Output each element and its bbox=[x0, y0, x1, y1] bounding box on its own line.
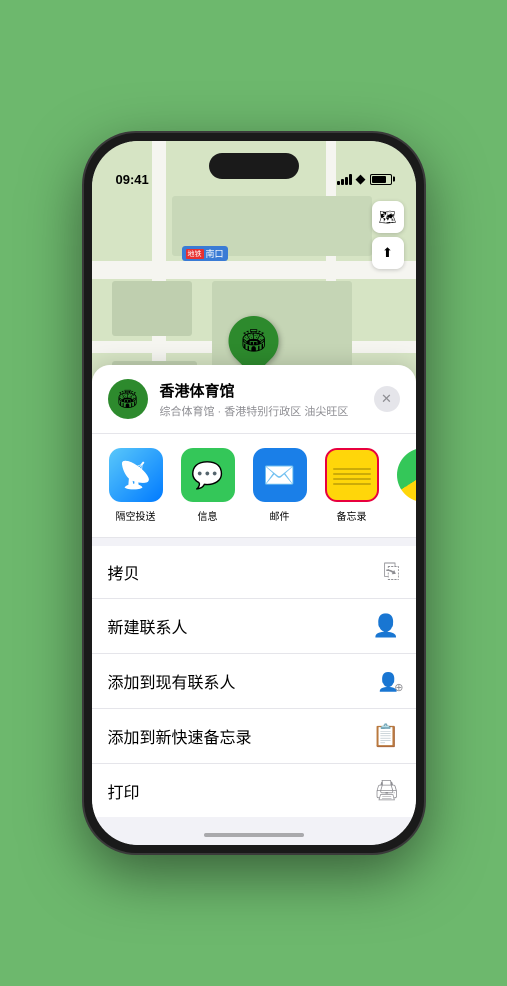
phone-frame: 09:41 ◆ bbox=[84, 133, 424, 853]
add-existing-label: 添加到现有联系人 bbox=[108, 669, 236, 693]
notes-icon bbox=[325, 448, 379, 502]
action-copy[interactable]: 拷贝 ⎘ bbox=[92, 546, 416, 599]
status-time: 09:41 bbox=[116, 172, 149, 187]
share-mail[interactable]: ✉️ 邮件 bbox=[244, 448, 316, 523]
airdrop-icon: 📡 bbox=[109, 448, 163, 502]
new-contact-label: 新建联系人 bbox=[108, 614, 188, 638]
wifi-icon: ◆ bbox=[356, 171, 366, 187]
add-notes-label: 添加到新快速备忘录 bbox=[108, 724, 252, 748]
map-controls: 🗺 ⬆ bbox=[372, 201, 404, 273]
action-print[interactable]: 打印 🖨 bbox=[92, 764, 416, 817]
place-desc: 综合体育馆 · 香港特别行政区 油尖旺区 bbox=[160, 403, 362, 419]
close-button[interactable]: ✕ bbox=[374, 386, 400, 412]
subway-label: 地铁 南口 bbox=[182, 246, 228, 261]
home-indicator bbox=[204, 833, 304, 837]
action-new-contact[interactable]: 新建联系人 👤 bbox=[92, 599, 416, 654]
share-airdrop[interactable]: 📡 隔空投送 bbox=[100, 448, 172, 523]
place-name: 香港体育馆 bbox=[160, 380, 362, 401]
map-layers-button[interactable]: 🗺 bbox=[372, 201, 404, 233]
copy-icon: ⎘ bbox=[384, 561, 400, 584]
notes-label: 备忘录 bbox=[337, 508, 367, 523]
dynamic-island bbox=[209, 153, 299, 179]
action-add-notes[interactable]: 添加到新快速备忘录 📋 bbox=[92, 709, 416, 764]
message-label: 信息 bbox=[198, 508, 218, 523]
airdrop-label: 隔空投送 bbox=[116, 508, 156, 523]
add-notes-icon: 📋 bbox=[372, 723, 399, 749]
copy-label: 拷贝 bbox=[108, 560, 140, 584]
stadium-icon: 🏟 bbox=[240, 328, 268, 354]
mail-label: 邮件 bbox=[270, 508, 290, 523]
new-contact-icon: 👤 bbox=[372, 613, 399, 639]
phone-screen: 09:41 ◆ bbox=[92, 141, 416, 845]
bottom-sheet: 🏟 香港体育馆 综合体育馆 · 香港特别行政区 油尖旺区 ✕ 📡 隔空投送 bbox=[92, 365, 416, 845]
battery-icon bbox=[370, 174, 392, 185]
signal-bars-icon bbox=[337, 173, 352, 185]
location-button[interactable]: ⬆ bbox=[372, 237, 404, 269]
share-notes[interactable]: 备忘录 bbox=[316, 448, 388, 523]
place-stadium-icon: 🏟 bbox=[116, 389, 139, 410]
status-icons: ◆ bbox=[337, 171, 392, 187]
print-icon: 🖨 bbox=[374, 778, 399, 803]
place-info: 香港体育馆 综合体育馆 · 香港特别行政区 油尖旺区 bbox=[160, 380, 362, 419]
place-icon: 🏟 bbox=[108, 379, 148, 419]
print-label: 打印 bbox=[108, 779, 140, 803]
place-card: 🏟 香港体育馆 综合体育馆 · 香港特别行政区 油尖旺区 ✕ bbox=[92, 365, 416, 434]
share-message[interactable]: 💬 信息 bbox=[172, 448, 244, 523]
share-more[interactable]: 推 bbox=[388, 448, 416, 523]
add-existing-icon: 👤⊕ bbox=[377, 668, 399, 694]
mail-icon: ✉️ bbox=[253, 448, 307, 502]
share-row: 📡 隔空投送 💬 信息 ✉️ 邮件 bbox=[92, 434, 416, 538]
location-arrow-icon: ⬆ bbox=[382, 245, 393, 261]
action-list: 拷贝 ⎘ 新建联系人 👤 添加到现有联系人 👤⊕ 添加到新快速备忘录 📋 bbox=[92, 546, 416, 817]
action-add-existing[interactable]: 添加到现有联系人 👤⊕ bbox=[92, 654, 416, 709]
map-layers-icon: 🗺 bbox=[379, 209, 397, 226]
message-icon: 💬 bbox=[181, 448, 235, 502]
more-icon bbox=[397, 448, 416, 502]
close-icon: ✕ bbox=[381, 391, 392, 407]
